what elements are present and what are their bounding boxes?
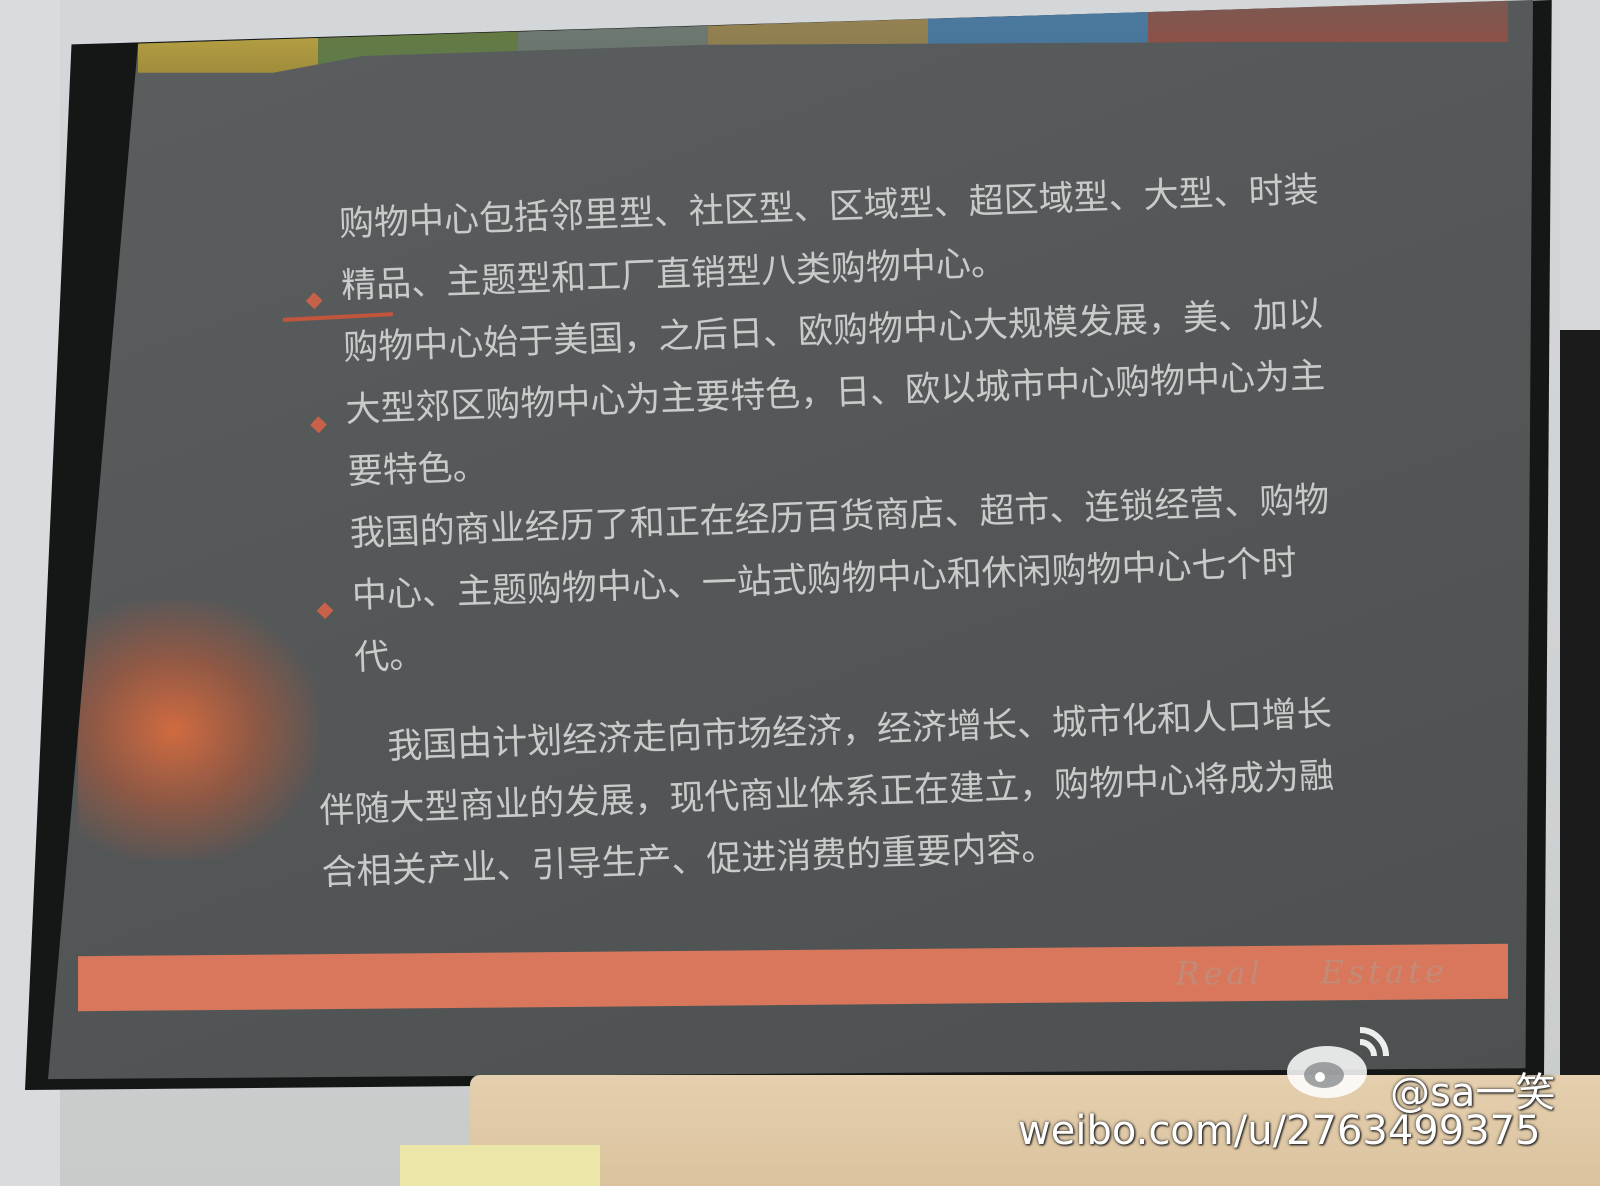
dark-cabinet bbox=[1560, 330, 1600, 1186]
slide-bullet-text: 购物中心始于美国，之后日、欧购物中心大规模发展，美、加以大型郊区购物中心为主要特… bbox=[342, 294, 1326, 493]
diamond-bullet-icon: ◆ bbox=[309, 411, 328, 437]
decorative-orange-glow bbox=[78, 600, 318, 860]
wall-background-right bbox=[1560, 0, 1600, 330]
desk-object bbox=[400, 1145, 600, 1186]
slide-closing-paragraph: 我国由计划经济走向市场经济，经济增长、城市化和人口增长伴随大型商业的发展，现代商… bbox=[318, 694, 1335, 894]
slide-bullet-text: 购物中心包括邻里型、社区型、区域型、超区域型、大型、时装精品、主题型和工厂直销型… bbox=[338, 170, 1320, 307]
slide-body: ◆ 购物中心包括邻里型、社区型、区域型、超区域型、大型、时装精品、主题型和工厂直… bbox=[298, 159, 1362, 905]
diamond-bullet-icon: ◆ bbox=[316, 597, 334, 623]
slide-footer-bar: Real Estate bbox=[78, 943, 1508, 1012]
slide-bullet-3: ◆ 我国的商业经历了和正在经历百货商店、超市、连锁经营、购物中心、主题购物中心、… bbox=[309, 469, 1355, 691]
slide-bullet-text: 我国的商业经历了和正在经历百货商店、超市、连锁经营、购物中心、主题购物中心、一站… bbox=[349, 480, 1330, 679]
projector-screen: ◆ 购物中心包括邻里型、社区型、区域型、超区域型、大型、时装精品、主题型和工厂直… bbox=[48, 0, 1533, 1080]
footer-label: Real Estate bbox=[1175, 952, 1448, 993]
weibo-url: weibo.com/u/2763499375 bbox=[1018, 1108, 1541, 1154]
weibo-logo-icon bbox=[1287, 1027, 1389, 1098]
slide-bullet-2: ◆ 购物中心始于美国，之后日、欧购物中心大规模发展，美、加以大型郊区购物中心为主… bbox=[302, 283, 1348, 505]
